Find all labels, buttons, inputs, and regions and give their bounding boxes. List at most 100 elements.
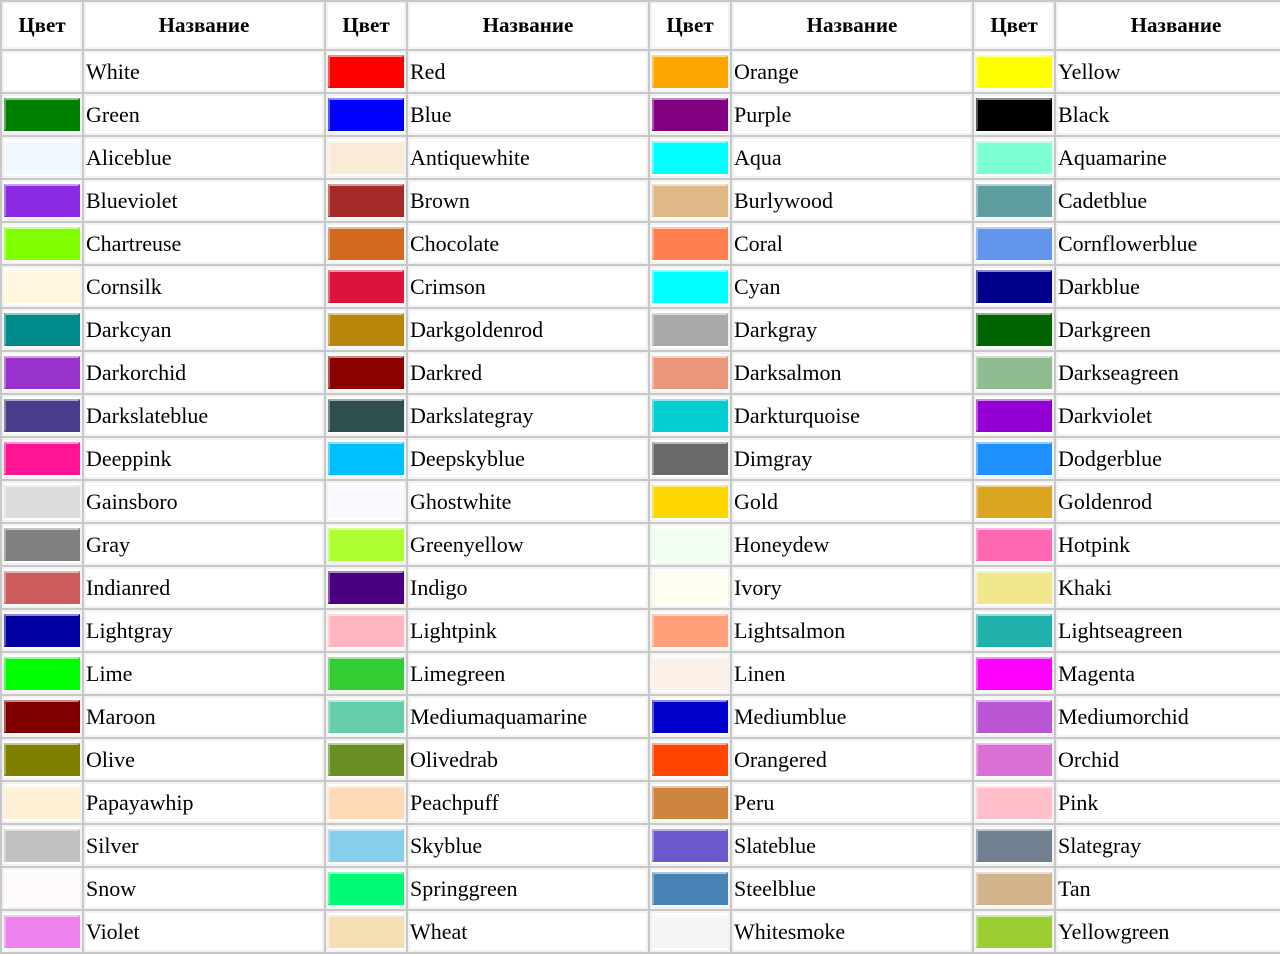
color-swatch	[4, 399, 80, 432]
color-name-cell: Purple	[732, 94, 972, 135]
color-swatch-cell	[650, 223, 730, 264]
color-name-cell: Lime	[84, 653, 324, 694]
color-swatch-cell	[2, 223, 82, 264]
color-swatch-cell	[326, 51, 406, 92]
color-name-cell: Coral	[732, 223, 972, 264]
color-name-cell: Magenta	[1056, 653, 1280, 694]
color-swatch-cell	[650, 610, 730, 651]
color-swatch	[4, 915, 80, 948]
color-swatch-cell	[650, 51, 730, 92]
color-swatch	[328, 915, 404, 948]
color-swatch	[976, 356, 1052, 389]
table-header: Цвет Название Цвет Название Цвет Названи…	[2, 2, 1280, 49]
color-swatch-cell	[2, 911, 82, 952]
color-swatch	[976, 98, 1052, 131]
color-swatch	[652, 485, 728, 518]
color-name-cell: Olive	[84, 739, 324, 780]
color-swatch-cell	[650, 309, 730, 350]
color-swatch	[4, 657, 80, 690]
color-swatch	[652, 227, 728, 260]
color-swatch-cell	[326, 94, 406, 135]
color-swatch-cell	[650, 180, 730, 221]
color-swatch	[4, 872, 80, 905]
color-name-cell: White	[84, 51, 324, 92]
color-name-cell: Darkorchid	[84, 352, 324, 393]
color-name-cell: Peachpuff	[408, 782, 648, 823]
table-row: Silver Skyblue Slateblue Slategray	[2, 825, 1280, 866]
color-name-cell: Deeppink	[84, 438, 324, 479]
color-name-cell: Tan	[1056, 868, 1280, 909]
color-swatch	[328, 700, 404, 733]
color-swatch	[4, 786, 80, 819]
color-name-cell: Darkred	[408, 352, 648, 393]
header-color-2: Цвет	[326, 2, 406, 49]
color-swatch	[652, 872, 728, 905]
color-swatch	[328, 55, 404, 88]
color-name-cell: Aqua	[732, 137, 972, 178]
color-swatch-cell	[974, 180, 1054, 221]
color-swatch-cell	[974, 223, 1054, 264]
color-swatch-cell	[2, 782, 82, 823]
header-color-4: Цвет	[974, 2, 1054, 49]
color-swatch	[4, 55, 80, 88]
color-swatch	[4, 356, 80, 389]
color-swatch-cell	[326, 868, 406, 909]
color-swatch-cell	[974, 94, 1054, 135]
color-swatch-cell	[650, 739, 730, 780]
color-swatch-cell	[326, 481, 406, 522]
color-name-cell: Orchid	[1056, 739, 1280, 780]
color-name-cell: Black	[1056, 94, 1280, 135]
color-swatch	[4, 614, 80, 647]
color-swatch	[976, 485, 1052, 518]
color-swatch-cell	[650, 653, 730, 694]
color-name-cell: Papayawhip	[84, 782, 324, 823]
color-reference-table: Цвет Название Цвет Название Цвет Названи…	[0, 0, 1280, 954]
color-name-cell: Orange	[732, 51, 972, 92]
color-swatch-cell	[326, 309, 406, 350]
color-swatch	[652, 184, 728, 217]
table-row: Gainsboro Ghostwhite Gold Goldenrod	[2, 481, 1280, 522]
color-swatch-cell	[2, 825, 82, 866]
color-name-cell: Mediumaquamarine	[408, 696, 648, 737]
color-name-cell: Dimgray	[732, 438, 972, 479]
color-swatch-cell	[2, 94, 82, 135]
color-swatch	[976, 829, 1052, 862]
color-name-cell: Orangered	[732, 739, 972, 780]
color-swatch-cell	[2, 567, 82, 608]
table-row: Maroon Mediumaquamarine Mediumblue Mediumor…	[2, 696, 1280, 737]
color-swatch-cell	[326, 911, 406, 952]
color-swatch	[328, 829, 404, 862]
color-swatch	[652, 614, 728, 647]
color-swatch-cell	[650, 395, 730, 436]
color-name-cell: Gold	[732, 481, 972, 522]
color-name-cell: Mediumorchid	[1056, 696, 1280, 737]
color-swatch	[328, 313, 404, 346]
color-swatch-cell	[650, 911, 730, 952]
color-name-cell: Burlywood	[732, 180, 972, 221]
color-name-cell: Lightseagreen	[1056, 610, 1280, 651]
header-name-1: Название	[84, 2, 324, 49]
color-swatch	[976, 141, 1052, 174]
color-name-cell: Limegreen	[408, 653, 648, 694]
color-swatch	[652, 356, 728, 389]
color-swatch-cell	[974, 739, 1054, 780]
color-swatch-cell	[326, 567, 406, 608]
color-name-cell: Maroon	[84, 696, 324, 737]
color-name-cell: Darkgreen	[1056, 309, 1280, 350]
color-name-cell: Red	[408, 51, 648, 92]
color-name-cell: Peru	[732, 782, 972, 823]
color-swatch-cell	[650, 567, 730, 608]
color-name-cell: Green	[84, 94, 324, 135]
color-name-cell: Lightpink	[408, 610, 648, 651]
color-swatch-cell	[326, 180, 406, 221]
color-swatch-cell	[326, 223, 406, 264]
color-name-cell: Chocolate	[408, 223, 648, 264]
color-swatch-cell	[974, 782, 1054, 823]
color-name-cell: Skyblue	[408, 825, 648, 866]
color-swatch-cell	[326, 266, 406, 307]
color-swatch	[328, 227, 404, 260]
color-swatch-cell	[326, 524, 406, 565]
color-swatch-cell	[326, 696, 406, 737]
color-name-cell: Wheat	[408, 911, 648, 952]
table-row: Blueviolet Brown Burlywood Cadetblue	[2, 180, 1280, 221]
